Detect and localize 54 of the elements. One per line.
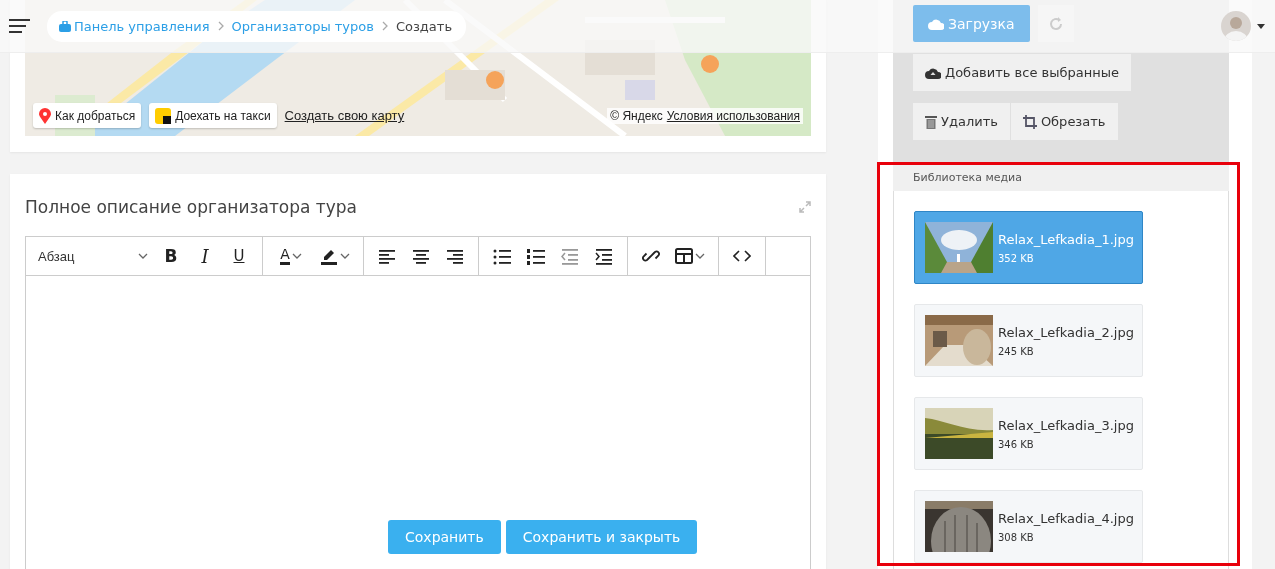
paragraph-select[interactable]: Абзац: [34, 248, 152, 264]
terms-link[interactable]: Условия использования: [666, 108, 800, 123]
cloud-upload-icon: [925, 66, 941, 79]
crop-icon: [1022, 114, 1037, 129]
underline-button[interactable]: U: [224, 242, 254, 270]
section-title: Полное описание организатора тура: [25, 197, 358, 217]
file-name: Relax_Lefkadia_4.jpg: [998, 510, 1134, 526]
table-icon: [675, 248, 693, 264]
marker-icon: [320, 247, 338, 265]
file-size: 352 KB: [998, 252, 1035, 264]
media-item[interactable]: Relax_Lefkadia_4.jpg 308 KB: [914, 490, 1143, 563]
file-size: 346 KB: [998, 438, 1035, 450]
library-title: Библиотека медиа: [893, 164, 1229, 191]
outdent-icon[interactable]: [561, 247, 579, 265]
add-selected-button[interactable]: Добавить все выбранные: [913, 54, 1131, 91]
italic-button[interactable]: I: [190, 242, 220, 270]
taxi-button[interactable]: Доехать на такси: [149, 103, 277, 128]
create-map-link[interactable]: Создать свою карту: [284, 108, 405, 123]
media-item[interactable]: Relax_Lefkadia_2.jpg 245 KB: [914, 304, 1143, 377]
file-name: Relax_Lefkadia_2.jpg: [998, 324, 1134, 340]
chevron-down-icon: [695, 253, 705, 259]
indent-icon[interactable]: [595, 247, 613, 265]
align-left-icon[interactable]: [378, 247, 396, 265]
crop-button[interactable]: Обрезать: [1010, 103, 1118, 140]
briefcase-icon: [59, 20, 71, 32]
link-icon[interactable]: [642, 247, 660, 265]
chevron-right-icon: [381, 21, 388, 31]
chevron-right-icon: [217, 21, 224, 31]
map-pin-icon: [39, 107, 51, 124]
caret-icon[interactable]: [1257, 23, 1265, 29]
cloud-icon: [928, 17, 944, 30]
file-size: 245 KB: [998, 345, 1035, 357]
numbered-list-icon[interactable]: [527, 247, 545, 265]
bullet-list-icon[interactable]: [493, 247, 511, 265]
chevron-down-icon: [340, 253, 350, 259]
file-size: 308 KB: [998, 531, 1035, 543]
file-name: Relax_Lefkadia_3.jpg: [998, 417, 1134, 433]
taxi-icon: [155, 107, 172, 124]
chevron-down-icon: [138, 253, 148, 259]
text-color-button[interactable]: A: [271, 242, 311, 270]
align-center-icon[interactable]: [412, 247, 430, 265]
breadcrumb-current: Создать: [395, 18, 453, 34]
delete-button[interactable]: Удалить: [913, 103, 1010, 140]
chevron-down-icon: [291, 253, 302, 259]
file-name: Relax_Lefkadia_1.jpg: [998, 231, 1134, 247]
refresh-icon: [1048, 16, 1063, 31]
route-button[interactable]: Как добраться: [33, 103, 142, 128]
code-icon[interactable]: [733, 250, 751, 262]
align-right-icon[interactable]: [446, 247, 464, 265]
media-item[interactable]: Relax_Lefkadia_3.jpg 346 KB: [914, 397, 1143, 470]
trash-icon: [925, 114, 937, 129]
menu-icon[interactable]: [9, 18, 30, 34]
copyright-text: © Яндекс: [610, 108, 663, 123]
bold-button[interactable]: B: [156, 242, 186, 270]
